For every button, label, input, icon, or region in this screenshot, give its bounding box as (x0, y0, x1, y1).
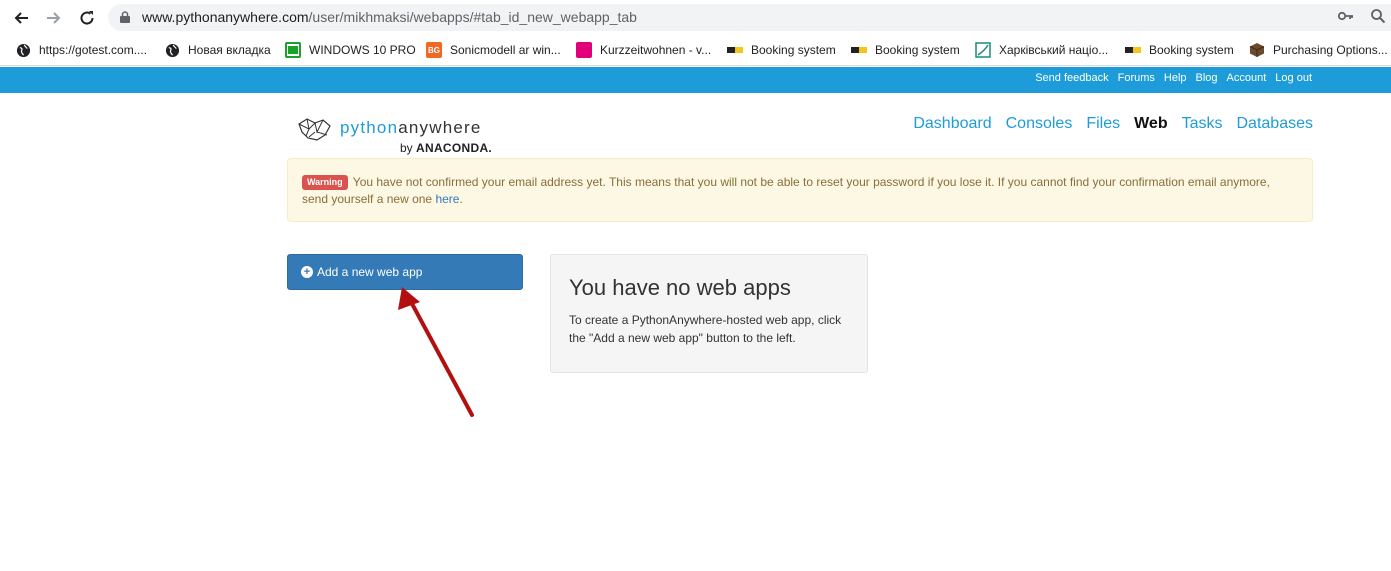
nav-tasks[interactable]: Tasks (1182, 115, 1223, 133)
university-icon (975, 42, 991, 58)
nav-consoles[interactable]: Consoles (1006, 115, 1073, 133)
warning-badge: Warning (302, 175, 348, 190)
logo-anywhere: anywhere (398, 118, 482, 137)
bookmark-item[interactable]: Booking system (727, 41, 836, 59)
bookmark-label: Booking system (751, 43, 836, 57)
logo-by: by (400, 141, 413, 155)
kurz-icon (576, 42, 592, 58)
logo-by-line: by ANACONDA. (400, 141, 492, 155)
url-path: /user/mikhmaksi/webapps/#tab_id_new_weba… (308, 9, 637, 25)
bookmark-item[interactable]: WINDOWS 10 PRO (285, 41, 416, 59)
help-link[interactable]: Help (1164, 72, 1187, 84)
logo-anaconda: ANACONDA. (416, 141, 493, 155)
address-bar[interactable]: www.pythonanywhere.com/user/mikhmaksi/we… (108, 4, 1391, 31)
bookmark-item[interactable]: Booking system (1125, 41, 1234, 59)
booking-icon (851, 42, 867, 58)
booking-icon (727, 42, 743, 58)
nav-web[interactable]: Web (1134, 115, 1167, 133)
globe-icon (164, 42, 180, 58)
no-web-apps-panel: You have no web apps To create a PythonA… (550, 254, 868, 373)
forward-arrow-icon[interactable] (43, 7, 65, 29)
bookmarks-bar: https://gotest.com.... Новая вкладка WIN… (0, 34, 1391, 66)
site-top-strip: Send feedback Forums Help Blog Account L… (0, 67, 1391, 93)
nav-databases[interactable]: Databases (1237, 115, 1314, 133)
reload-icon[interactable] (76, 7, 98, 29)
bookmark-label: https://gotest.com.... (39, 43, 148, 57)
logout-link[interactable]: Log out (1275, 72, 1312, 84)
top-links: Send feedback Forums Help Blog Account L… (1035, 72, 1312, 84)
add-web-app-label: Add a new web app (317, 265, 423, 279)
logo-mark-icon (298, 118, 331, 141)
bookmark-label: Харківський націо... (999, 43, 1109, 57)
nav-files[interactable]: Files (1086, 115, 1120, 133)
key-icon[interactable] (1337, 9, 1354, 25)
add-new-web-app-button[interactable]: + Add a new web app (287, 254, 523, 290)
back-arrow-icon[interactable] (10, 7, 32, 29)
forums-link[interactable]: Forums (1118, 72, 1155, 84)
bookmark-item[interactable]: Kurzzeitwohnen - v... (576, 41, 711, 59)
zoom-icon[interactable] (1370, 8, 1386, 29)
account-link[interactable]: Account (1227, 72, 1267, 84)
bookmark-item[interactable]: BG Sonicmodell ar win... (426, 41, 561, 59)
empty-state-text: To create a PythonAnywhere-hosted web ap… (569, 313, 842, 345)
logo-wordmark: pythonanywhere (340, 118, 482, 138)
nav-dashboard[interactable]: Dashboard (913, 115, 991, 133)
globe-icon (15, 42, 31, 58)
send-feedback-link[interactable]: Send feedback (1035, 72, 1108, 84)
resend-confirmation-link[interactable]: here (435, 192, 459, 206)
bookmark-label: Sonicmodell ar win... (450, 43, 561, 57)
box-icon (1249, 42, 1265, 58)
bookmark-item[interactable]: Новая вкладка (164, 41, 271, 59)
main-nav: Dashboard Consoles Files Web Tasks Datab… (913, 115, 1313, 133)
plus-circle-icon: + (301, 266, 313, 278)
bookmark-item[interactable]: https://gotest.com.... (15, 41, 147, 59)
warning-period: . (459, 192, 463, 206)
url-text[interactable]: www.pythonanywhere.com/user/mikhmaksi/we… (142, 9, 637, 25)
bookmark-label: Kurzzeitwohnen - v... (600, 43, 712, 57)
bookmark-label: Новая вкладка (188, 43, 271, 57)
email-warning-alert: Warning You have not confirmed your emai… (287, 158, 1313, 222)
bookmark-label: Booking system (875, 43, 960, 57)
bookmark-label: Purchasing Options... (1273, 43, 1388, 57)
booking-icon (1125, 42, 1141, 58)
bookmark-label: WINDOWS 10 PRO (309, 43, 416, 57)
bg-icon: BG (426, 42, 442, 58)
lock-icon[interactable] (120, 11, 130, 23)
bookmark-item[interactable]: Purchasing Options... (1249, 41, 1388, 59)
windows-icon (285, 42, 301, 58)
empty-state-title: You have no web apps (569, 275, 791, 300)
logo-python: python (340, 118, 399, 137)
bookmark-item[interactable]: Booking system (851, 41, 960, 59)
browser-toolbar: www.pythonanywhere.com/user/mikhmaksi/we… (0, 0, 1391, 34)
bookmark-label: Booking system (1149, 43, 1234, 57)
url-host: www.pythonanywhere.com (142, 9, 309, 25)
pythonanywhere-logo[interactable]: pythonanywhere by ANACONDA. (297, 116, 507, 160)
bookmark-item[interactable]: Харківський націо... (975, 41, 1108, 59)
blog-link[interactable]: Blog (1196, 72, 1218, 84)
